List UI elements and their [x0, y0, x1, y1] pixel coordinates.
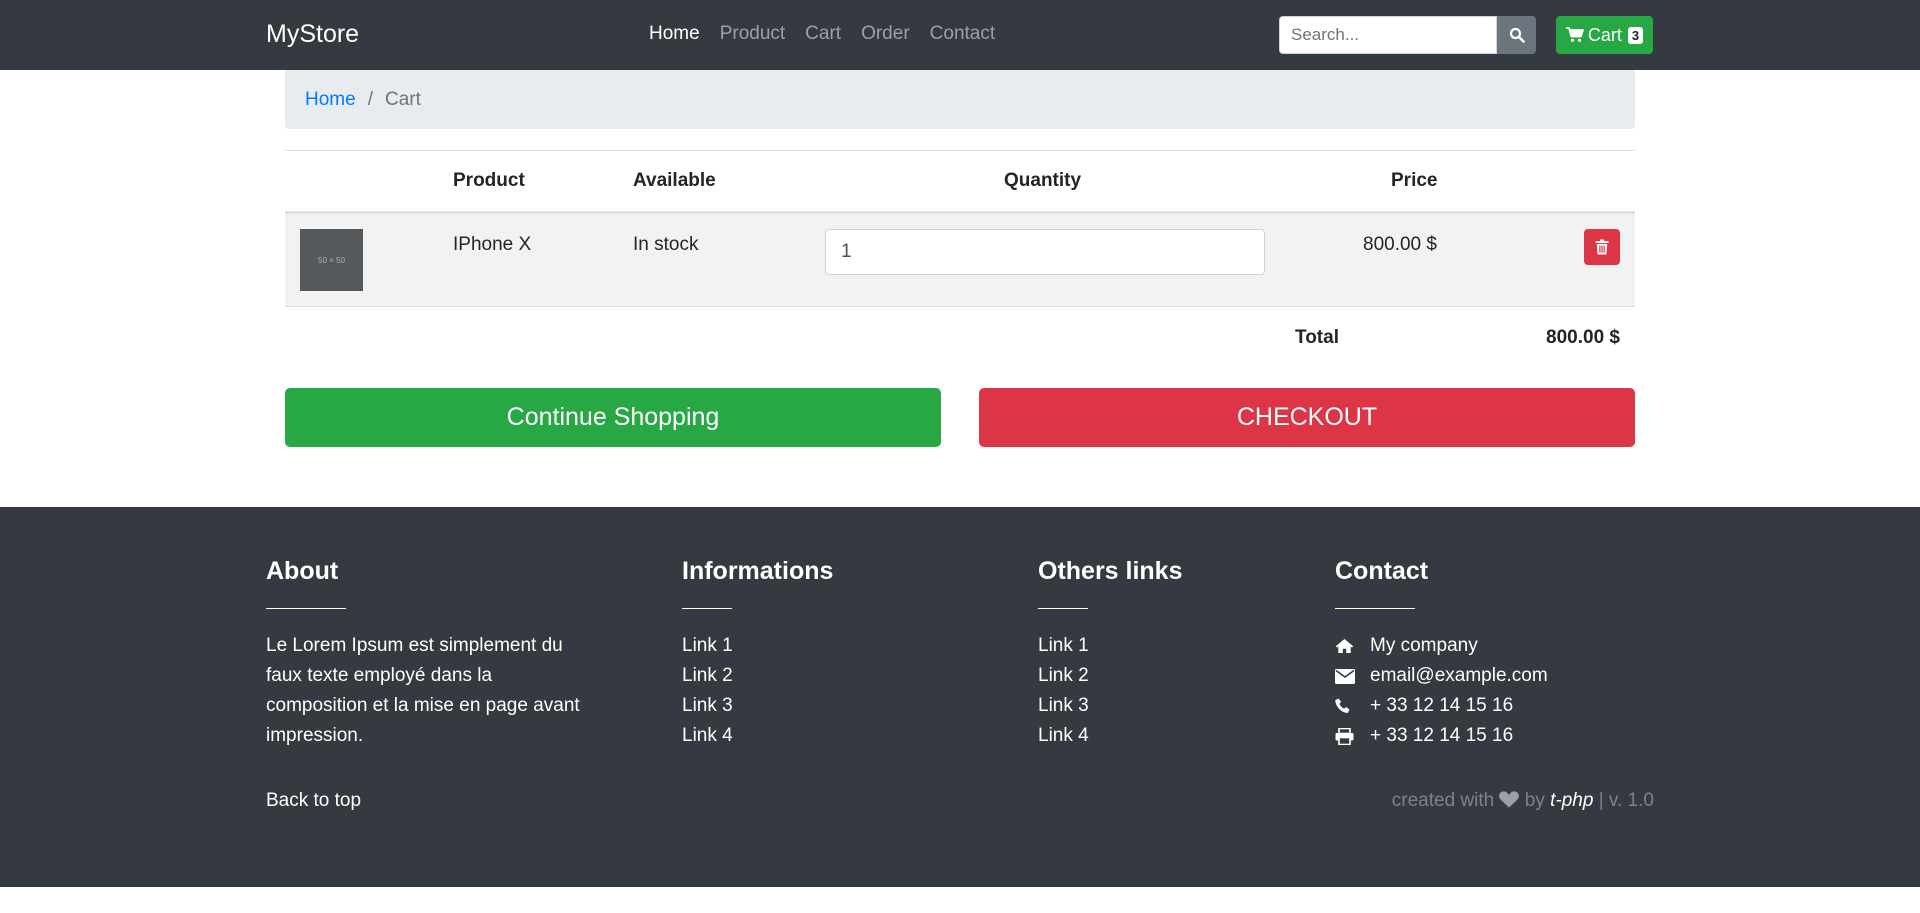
footer-info-link-1[interactable]: Link 1: [682, 631, 833, 661]
footer-others-title: Others links: [1038, 557, 1183, 585]
breadcrumb-current: Cart: [384, 88, 421, 110]
footer-about-text: Le Lorem Ipsum est simplement du faux te…: [266, 635, 580, 746]
footer-divider: [682, 608, 732, 609]
footer-contact-title: Contact: [1335, 557, 1429, 585]
total-label: Total: [1295, 327, 1339, 348]
footer-info-link-2[interactable]: Link 2: [682, 661, 833, 691]
table-row-divider: [285, 306, 1635, 307]
nav-link-home[interactable]: Home: [649, 23, 700, 45]
footer-about-title: About: [266, 557, 339, 585]
footer-others-link-3[interactable]: Link 3: [1038, 691, 1183, 721]
navbar: MyStore Home Product Cart Order Contact …: [0, 0, 1920, 70]
nav-link-cart[interactable]: Cart: [805, 23, 841, 45]
footer-divider: [266, 608, 346, 609]
nav-link-order[interactable]: Order: [861, 23, 910, 45]
contact-phone-number: + 33 12 14 15 16: [1370, 695, 1514, 716]
contact-fax: + 33 12 14 15 16: [1335, 721, 1548, 751]
header-available: Available: [633, 170, 716, 191]
footer-others-links: Others links Link 1 Link 2 Link 3 Link 4: [1038, 557, 1183, 751]
envelope-icon: [1335, 661, 1361, 691]
header-quantity: Quantity: [1004, 170, 1082, 191]
footer-divider: [1038, 608, 1088, 609]
cart-count-badge: 3: [1627, 26, 1644, 44]
breadcrumb-home-link[interactable]: Home: [305, 89, 356, 111]
product-thumbnail: 50 × 50: [300, 229, 363, 291]
product-name: IPhone X: [453, 234, 532, 255]
footer-divider: [1335, 608, 1415, 609]
contact-fax-number: + 33 12 14 15 16: [1370, 725, 1514, 746]
footer: About Le Lorem Ipsum est simplement du f…: [0, 507, 1920, 887]
brand-logo[interactable]: MyStore: [266, 20, 359, 49]
contact-email: email@example.com: [1335, 661, 1548, 691]
thumbnail-placeholder-text: 50 × 50: [318, 255, 345, 265]
phone-icon: [1335, 691, 1361, 721]
total-value: 800.00 $: [1546, 327, 1620, 348]
credits-brand-link[interactable]: t-php: [1550, 790, 1593, 811]
breadcrumb: Home / Cart: [285, 70, 1635, 129]
availability-status: In stock: [633, 234, 699, 255]
checkout-button[interactable]: CHECKOUT: [979, 388, 1635, 447]
contact-email-address: email@example.com: [1370, 665, 1548, 686]
footer-info-link-4[interactable]: Link 4: [682, 721, 833, 751]
contact-phone: + 33 12 14 15 16: [1335, 691, 1548, 721]
shopping-cart-icon: [1565, 27, 1584, 42]
nav-menu: Home Product Cart Order Contact: [649, 23, 995, 45]
footer-credits: created with by t-php | v. 1.0: [1392, 790, 1654, 812]
quantity-input[interactable]: [825, 229, 1265, 275]
header-product: Product: [453, 170, 525, 191]
credits-version: | v. 1.0: [1598, 790, 1654, 811]
print-icon: [1335, 721, 1361, 751]
home-icon: [1335, 631, 1361, 661]
footer-info-link-3[interactable]: Link 3: [682, 691, 833, 721]
credits-by: by: [1524, 790, 1545, 811]
continue-shopping-button[interactable]: Continue Shopping: [285, 388, 941, 447]
heart-icon: [1499, 791, 1520, 808]
credits-prefix: created with: [1391, 790, 1495, 811]
search-button[interactable]: [1497, 16, 1536, 54]
nav-link-contact[interactable]: Contact: [930, 23, 995, 45]
breadcrumb-separator: /: [367, 88, 373, 110]
search-icon: [1509, 27, 1525, 43]
footer-contact: Contact My company email@example.com + 3…: [1335, 557, 1548, 751]
footer-others-link-1[interactable]: Link 1: [1038, 631, 1183, 661]
contact-company: My company: [1335, 631, 1548, 661]
remove-item-button[interactable]: [1584, 229, 1620, 265]
contact-company-name: My company: [1370, 635, 1478, 656]
product-price: 800.00 $: [1363, 234, 1437, 255]
nav-link-product[interactable]: Product: [720, 23, 785, 45]
footer-informations: Informations Link 1 Link 2 Link 3 Link 4: [682, 557, 833, 751]
footer-about: About Le Lorem Ipsum est simplement du f…: [266, 557, 586, 751]
footer-others-link-2[interactable]: Link 2: [1038, 661, 1183, 691]
trash-icon: [1595, 239, 1609, 255]
cart-button[interactable]: Cart 3: [1556, 16, 1653, 54]
back-to-top-link[interactable]: Back to top: [266, 790, 361, 812]
footer-others-link-4[interactable]: Link 4: [1038, 721, 1183, 751]
search-input[interactable]: [1279, 16, 1497, 54]
table-top-border: [285, 150, 1635, 151]
header-price: Price: [1391, 170, 1438, 191]
cart-label: Cart: [1587, 24, 1622, 45]
footer-informations-title: Informations: [682, 557, 834, 585]
